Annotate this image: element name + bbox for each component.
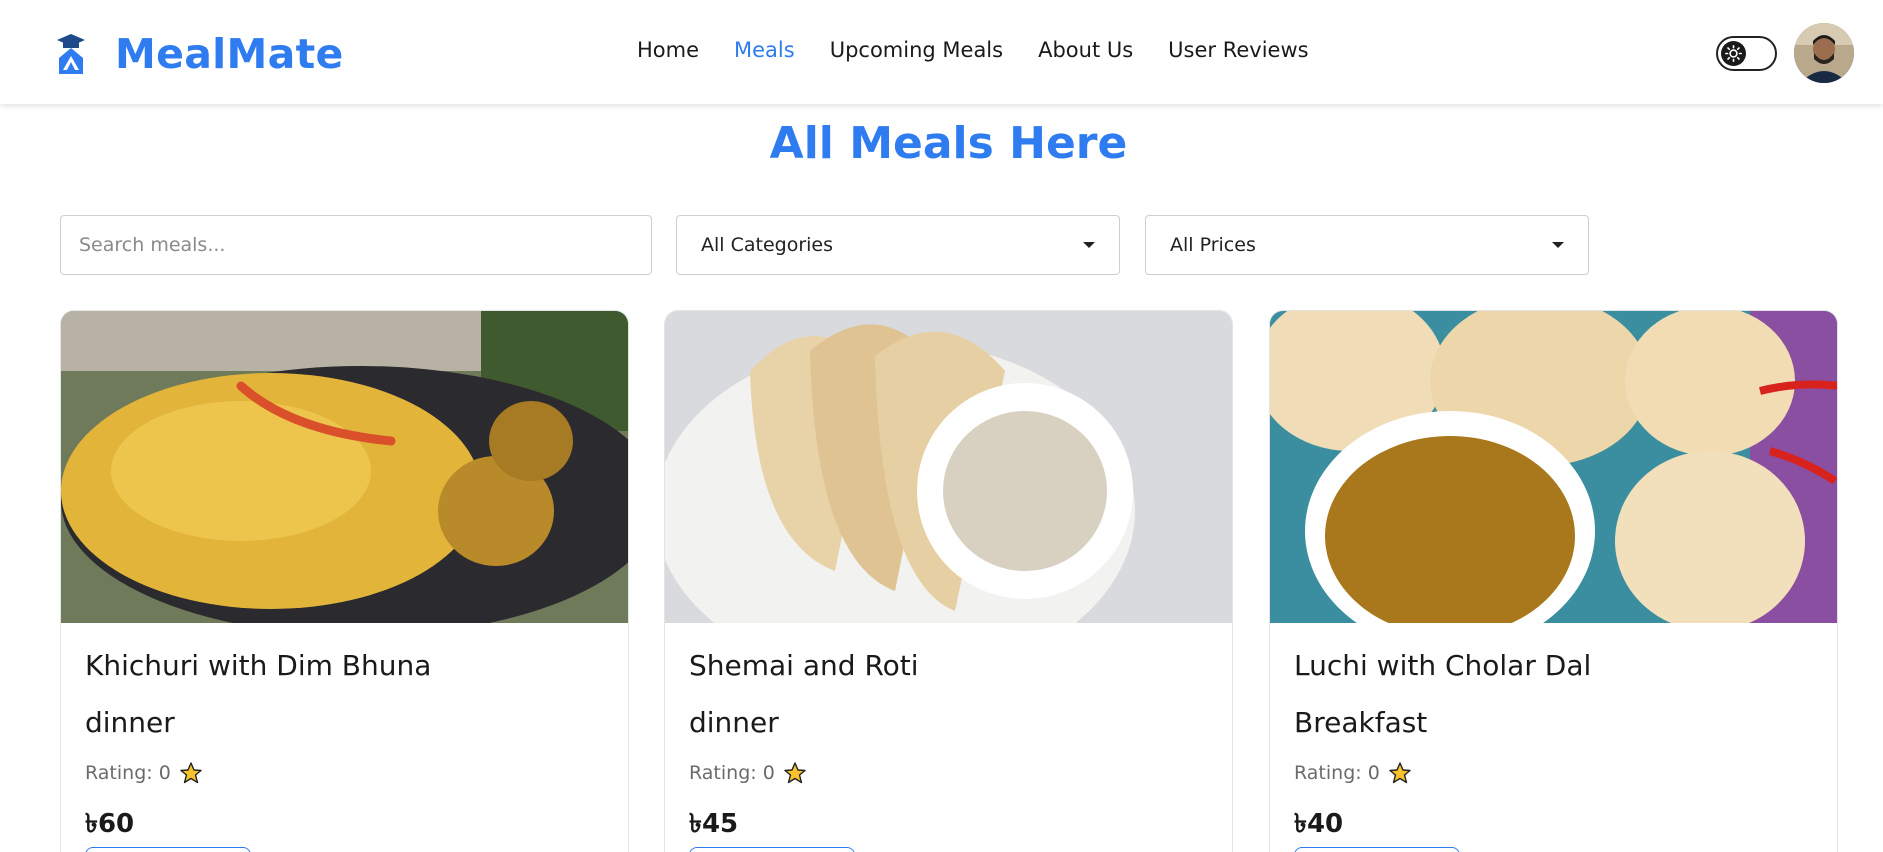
star-icon xyxy=(784,762,806,784)
caret-down-icon xyxy=(1083,242,1095,248)
nav-about-us[interactable]: About Us xyxy=(1038,38,1133,62)
nav-meals[interactable]: Meals xyxy=(734,38,795,62)
details-button[interactable] xyxy=(85,847,251,852)
meal-card: Khichuri with Dim Bhuna dinner Rating: 0… xyxy=(60,310,629,852)
meal-title: Khichuri with Dim Bhuna xyxy=(85,649,432,682)
brand[interactable]: MealMate xyxy=(55,30,344,78)
meal-title: Luchi with Cholar Dal xyxy=(1294,649,1592,682)
meal-card-body: Shemai and Roti dinner Rating: 0 ৳45 xyxy=(689,649,919,847)
price-select-value: All Prices xyxy=(1170,234,1256,256)
meal-category: Breakfast xyxy=(1294,706,1428,739)
page-title: All Meals Here xyxy=(769,118,1128,169)
meal-price: ৳40 xyxy=(1294,809,1344,839)
nav-upcoming-meals[interactable]: Upcoming Meals xyxy=(830,38,1003,62)
meal-image xyxy=(61,311,628,623)
nav-user-reviews[interactable]: User Reviews xyxy=(1168,38,1308,62)
navbar: MealMate Home Meals Upcoming Meals About… xyxy=(0,0,1883,104)
price-select[interactable]: All Prices xyxy=(1145,215,1589,275)
star-icon xyxy=(1389,762,1411,784)
meal-card: Luchi with Cholar Dal Breakfast Rating: … xyxy=(1269,310,1838,852)
theme-toggle[interactable] xyxy=(1716,36,1777,71)
meal-rating: Rating: 0 xyxy=(689,761,919,785)
search-input[interactable] xyxy=(60,215,652,275)
brand-name: MealMate xyxy=(115,30,344,78)
user-avatar[interactable] xyxy=(1794,23,1854,83)
star-icon xyxy=(180,762,202,784)
category-select[interactable]: All Categories xyxy=(676,215,1120,275)
meal-card-body: Luchi with Cholar Dal Breakfast Rating: … xyxy=(1294,649,1591,847)
meal-image xyxy=(1270,311,1837,623)
meal-price: ৳45 xyxy=(689,809,739,839)
details-button[interactable] xyxy=(689,847,855,852)
meal-image xyxy=(665,311,1232,623)
meal-rating: Rating: 0 xyxy=(1294,761,1591,785)
caret-down-icon xyxy=(1552,242,1564,248)
meal-category: dinner xyxy=(689,706,779,739)
meal-price: ৳60 xyxy=(85,809,135,839)
rating-label: Rating: 0 xyxy=(689,762,775,784)
graduation-house-logo-icon xyxy=(57,34,85,74)
meal-card: Shemai and Roti dinner Rating: 0 ৳45 xyxy=(664,310,1233,852)
meal-card-body: Khichuri with Dim Bhuna dinner Rating: 0… xyxy=(85,649,431,847)
nav-home[interactable]: Home xyxy=(637,38,699,62)
meal-category: dinner xyxy=(85,706,175,739)
rating-label: Rating: 0 xyxy=(85,762,171,784)
nav-links: Home Meals Upcoming Meals About Us User … xyxy=(637,38,1344,62)
meal-title: Shemai and Roti xyxy=(689,649,919,682)
sun-icon xyxy=(1721,41,1746,66)
details-button[interactable] xyxy=(1294,847,1460,852)
rating-label: Rating: 0 xyxy=(1294,762,1380,784)
category-select-value: All Categories xyxy=(701,234,834,256)
meal-rating: Rating: 0 xyxy=(85,761,431,785)
